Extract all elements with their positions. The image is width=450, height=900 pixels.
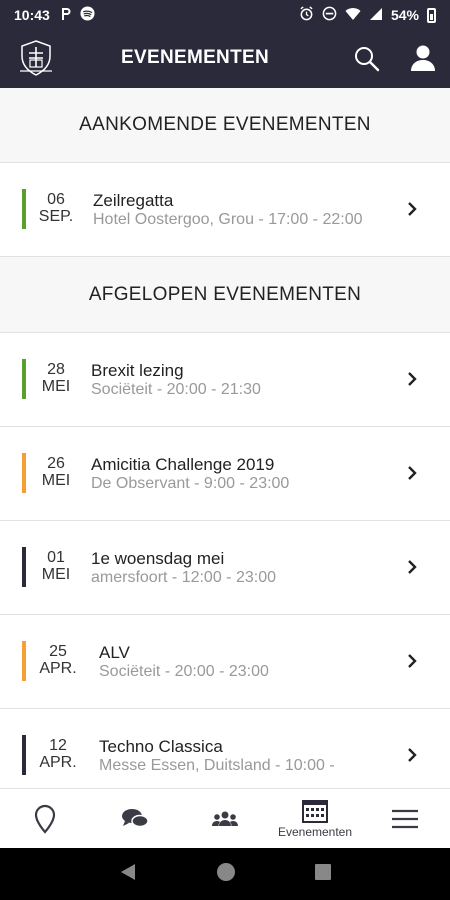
event-date: 28 MEI: [32, 361, 80, 395]
event-subtitle: Messe Essen, Duitsland - 10:00 -: [99, 757, 335, 774]
event-day: 25: [49, 643, 67, 660]
event-date: 12 APR.: [34, 737, 82, 771]
event-title: Amicitia Challenge 2019: [91, 455, 275, 474]
battery-percent: 54%: [390, 7, 419, 23]
menu-icon: [391, 808, 419, 830]
chevron-right-icon: [406, 369, 420, 389]
event-title: Brexit lezing: [91, 361, 184, 380]
nav-chat[interactable]: [90, 789, 180, 848]
event-date: 26 MEI: [32, 455, 80, 489]
signal-icon: [369, 7, 383, 24]
event-subtitle: amersfoort - 12:00 - 23:00: [91, 569, 276, 586]
event-color-bar: [22, 735, 26, 775]
event-date: 25 APR.: [34, 643, 82, 677]
event-day: 26: [47, 455, 65, 472]
alarm-icon: [299, 6, 314, 24]
event-month: MEI: [41, 566, 71, 583]
search-icon[interactable]: [352, 44, 382, 74]
event-row[interactable]: 06 SEP. Zeilregatta Hotel Oostergoo, Gro…: [0, 163, 450, 257]
nav-map[interactable]: [0, 789, 90, 848]
bottom-nav: Evenementen: [0, 788, 450, 848]
nav-members[interactable]: [180, 789, 270, 848]
event-title: 1e woensdag mei: [91, 549, 225, 568]
event-color-bar: [22, 359, 26, 399]
event-date: 06 SEP.: [32, 191, 80, 225]
event-row[interactable]: 28 MEI Brexit lezing Sociëteit - 20:00 -…: [0, 333, 450, 427]
event-subtitle: De Observant - 9:00 - 23:00: [91, 475, 290, 492]
event-month: MEI: [41, 472, 71, 489]
app-bar: EVENEMENTEN: [0, 30, 450, 88]
event-day: 28: [47, 361, 65, 378]
chevron-right-icon: [406, 745, 420, 765]
event-month: APR.: [39, 754, 77, 771]
event-color-bar: [22, 453, 26, 493]
event-title: Techno Classica: [99, 737, 223, 756]
upcoming-header: AANKOMENDE EVENEMENTEN: [0, 88, 450, 163]
status-time: 10:43: [14, 7, 50, 23]
event-month: SEP.: [38, 208, 74, 225]
event-row[interactable]: 12 APR. Techno Classica Messe Essen, Dui…: [0, 709, 450, 788]
event-color-bar: [22, 641, 26, 681]
status-bar: 10:43 54%: [0, 0, 450, 30]
event-title: ALV: [99, 643, 130, 662]
back-icon[interactable]: [119, 863, 137, 886]
system-nav-bar: [0, 848, 450, 900]
event-row[interactable]: 01 MEI 1e woensdag mei amersfoort - 12:0…: [0, 521, 450, 615]
nav-events-label: Evenementen: [277, 824, 353, 839]
event-subtitle: Sociëteit - 20:00 - 23:00: [99, 663, 269, 680]
calendar-icon: [302, 799, 328, 823]
members-icon: [211, 809, 239, 829]
past-header: AFGELOPEN EVENEMENTEN: [0, 257, 450, 333]
user-icon[interactable]: [408, 43, 438, 73]
event-day: 12: [49, 737, 67, 754]
chevron-right-icon: [406, 199, 420, 219]
event-subtitle: Hotel Oostergoo, Grou - 17:00 - 22:00: [93, 211, 363, 228]
event-subtitle: Sociëteit - 20:00 - 21:30: [91, 381, 261, 398]
event-color-bar: [22, 547, 26, 587]
dnd-icon: [322, 6, 337, 24]
map-pin-icon: [33, 804, 57, 834]
recents-icon[interactable]: [314, 863, 331, 885]
nav-menu[interactable]: [360, 789, 450, 848]
event-day: 01: [47, 549, 65, 566]
chat-icon: [121, 807, 149, 831]
page-title: EVENEMENTEN: [121, 47, 269, 68]
chevron-right-icon: [406, 557, 420, 577]
event-month: MEI: [41, 378, 71, 395]
home-icon[interactable]: [216, 862, 236, 887]
battery-icon: [427, 7, 436, 23]
chevron-right-icon: [406, 463, 420, 483]
event-row[interactable]: 26 MEI Amicitia Challenge 2019 De Observ…: [0, 427, 450, 521]
event-date: 01 MEI: [32, 549, 80, 583]
event-title: Zeilregatta: [93, 191, 174, 210]
event-day: 06: [47, 191, 65, 208]
event-color-bar: [22, 189, 26, 229]
events-list[interactable]: AANKOMENDE EVENEMENTEN 06 SEP. Zeilregat…: [0, 88, 450, 788]
chevron-right-icon: [406, 651, 420, 671]
event-row[interactable]: 25 APR. ALV Sociëteit - 20:00 - 23:00: [0, 615, 450, 709]
spotify-icon: [80, 6, 95, 24]
event-month: APR.: [39, 660, 77, 677]
nav-events[interactable]: Evenementen: [270, 789, 360, 848]
wifi-icon: [345, 7, 361, 24]
parking-icon: [60, 7, 72, 24]
